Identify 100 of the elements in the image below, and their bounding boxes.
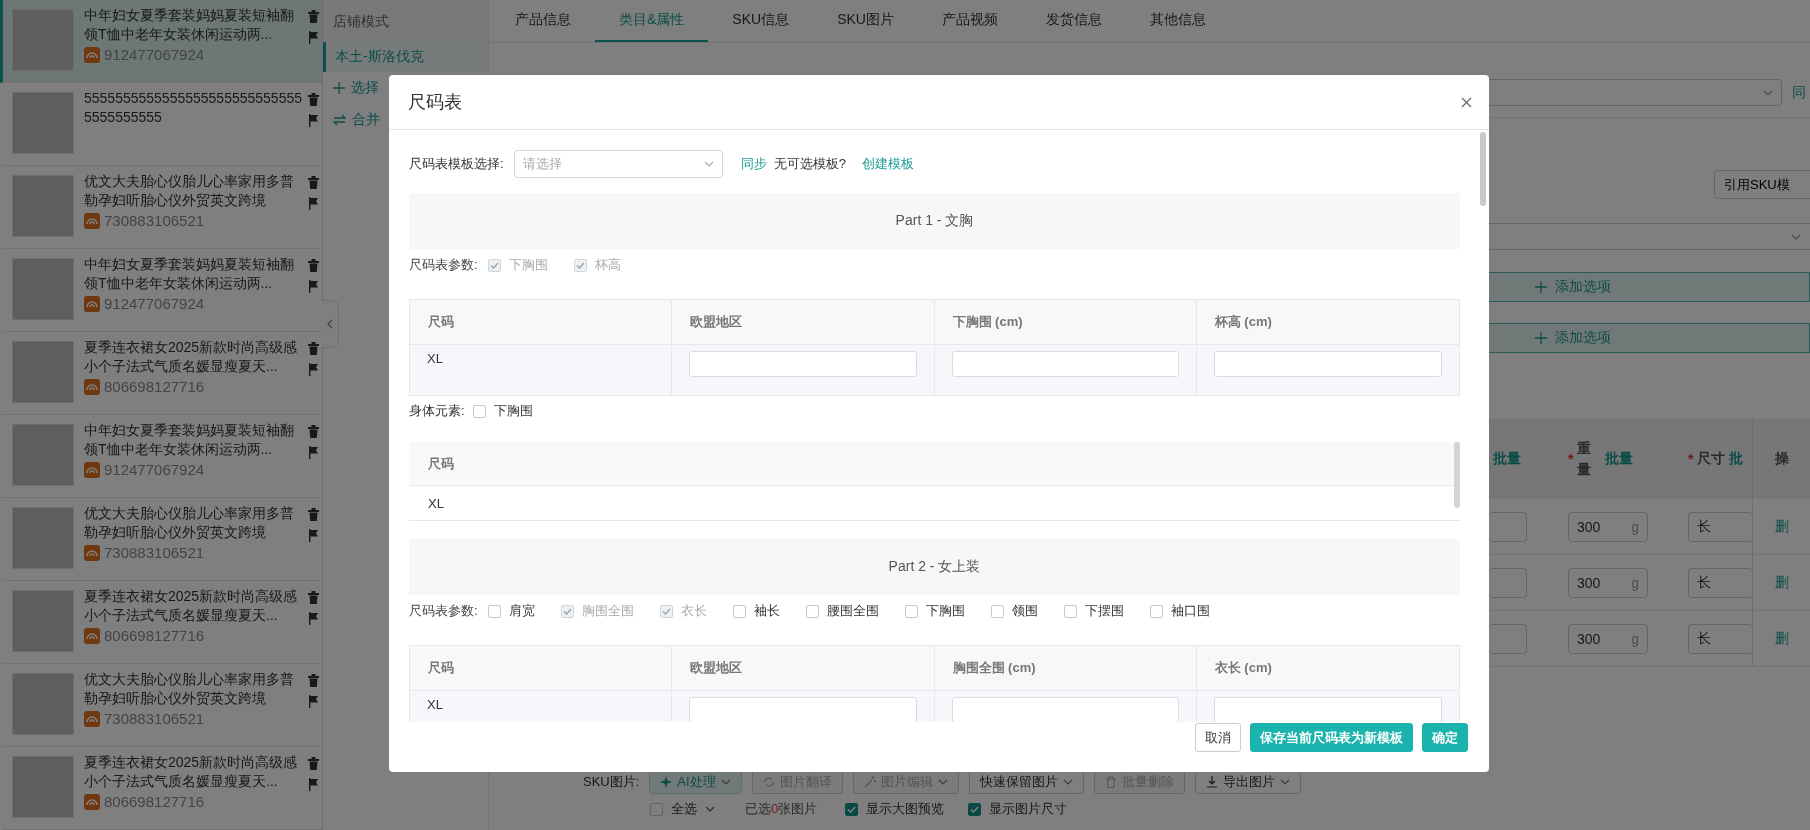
required-mark: * [1688,451,1694,467]
dialog-button[interactable]: 取消 [1195,723,1241,752]
product-list-item[interactable]: 夏季连衣裙女2025新款时尚高级感小个子法式气质名媛显瘦夏天... 806698127716 [0,747,322,830]
delete-link[interactable]: 删 [1775,517,1789,536]
flag-icon[interactable] [308,529,319,542]
trash-icon[interactable] [308,674,319,687]
trash-icon[interactable] [308,425,319,438]
collapse-handle[interactable] [322,300,339,348]
checkbox[interactable] [1063,604,1077,618]
product-list-item[interactable]: 中年妇女夏季套装妈妈夏装短袖翻领T恤中老年女装休闲运动两... 912477067924 [0,415,322,498]
field-label: 身体元素: [409,402,465,420]
delete-link[interactable]: 删 [1775,573,1789,592]
product-list-item[interactable]: 夏季连衣裙女2025新款时尚高级感小个子法式气质名媛显瘦夏天... 806698127716 [0,581,322,664]
sync-link[interactable]: 同 [1792,83,1806,102]
checkbox-label: 全选 [671,800,697,818]
close-icon [1461,96,1472,108]
create-template-link[interactable]: 创建模板 [861,155,914,173]
input-field[interactable] [1213,697,1442,722]
tab[interactable]: 其他信息 [1125,0,1230,42]
tab[interactable]: 产品视频 [917,0,1022,42]
plus-icon[interactable] [333,82,345,94]
input-field[interactable] [951,697,1179,722]
product-title: 中年妇女夏季套装妈妈夏装短袖翻领T恤中老年女装休闲运动两... [84,421,295,459]
input-field[interactable] [1489,567,1527,598]
product-title: 中年妇女夏季套装妈妈夏装短袖翻领T恤中老年女装休闲运动两... [84,255,295,293]
shop-action-link[interactable]: 合并 [352,111,380,129]
input-field[interactable] [689,351,917,377]
dropdown[interactable] [1489,223,1810,250]
product-list-item[interactable]: 优文大夫胎心仪胎儿心率家用多普勒孕妇听胎心仪外贸英文跨境 730883106521 [0,664,322,747]
dialog-button[interactable]: 保存当前尺码表为新模板 [1250,723,1413,752]
flag-icon[interactable] [308,695,319,708]
size-field[interactable]: 长 [1688,567,1752,598]
input-field[interactable] [1489,623,1527,654]
toolbar-button[interactable]: 导出图片 [1194,770,1301,794]
delete-link[interactable]: 删 [1775,629,1789,648]
tab[interactable]: SKU图片 [813,0,918,42]
chevron-left-icon [327,319,333,329]
trash-icon[interactable] [308,508,319,521]
toolbar-button[interactable]: AI处理 [649,770,742,794]
checkbox[interactable] [732,604,746,618]
checkbox-label: 显示大图预览 [866,800,945,818]
trash-icon [1104,776,1117,788]
placeholder-text: 请选择 [522,155,562,173]
dropdown[interactable] [1489,79,1782,106]
flag-icon[interactable] [308,612,319,625]
scrollbar[interactable] [1480,132,1486,206]
flag-icon[interactable] [308,778,319,791]
tab[interactable]: SKU信息 [708,0,814,42]
template-select[interactable]: 请选择 [513,150,723,178]
tab[interactable]: 产品信息 [491,0,595,42]
checkbox[interactable] [990,604,1004,618]
checkbox[interactable] [968,802,982,816]
product-list-item[interactable]: 55555555555555555555555555555555555555 [0,83,322,166]
checkbox[interactable] [805,604,819,618]
input-field[interactable] [951,351,1179,377]
dialog-button[interactable]: 确定 [1422,723,1468,752]
trash-icon[interactable] [308,591,319,604]
flag-icon[interactable] [308,363,319,376]
flag-icon[interactable] [308,197,319,210]
product-id: 730883106521 [104,212,205,229]
photo-placeholder [12,9,74,71]
flag-icon[interactable] [308,280,319,293]
shop-action-link[interactable]: 选择 [351,79,379,97]
product-list-item[interactable]: 优文大夫胎心仪胎儿心率家用多普勒孕妇听胎心仪外贸英文跨境 730883106521 [0,498,322,581]
product-list-item[interactable]: 优文大夫胎心仪胎儿心率家用多普勒孕妇听胎心仪外贸英文跨境 730883106521 [0,166,322,249]
checkbox[interactable] [650,802,663,816]
checkbox[interactable] [904,604,918,618]
tab[interactable]: 类目&属性 [595,0,709,42]
size-field[interactable]: 长 [1688,623,1752,654]
flag-icon[interactable] [308,446,319,459]
sparkle-icon [660,776,673,788]
product-list-item[interactable]: 夏季连衣裙女2025新款时尚高级感小个子法式气质名媛显瘦夏天... 806698127716 [0,332,322,415]
product-list-item[interactable]: 中年妇女夏季套装妈妈夏装短袖翻领T恤中老年女装休闲运动两... 912477067924 [0,249,322,332]
trash-icon[interactable] [308,176,319,189]
product-title: 夏季连衣裙女2025新款时尚高级感小个子法式气质名媛显瘦夏天... [84,753,299,791]
shop-item[interactable]: 本土-斯洛伐克 [323,42,488,72]
flag-icon[interactable] [308,114,319,127]
scrollbar[interactable] [1454,442,1460,508]
size-field[interactable]: 长 [1688,511,1752,542]
trash-icon[interactable] [308,259,319,272]
chevron-down-icon [720,779,731,785]
close-button[interactable] [1461,96,1472,108]
trash-icon[interactable] [308,342,319,355]
tab[interactable]: 发货信息 [1021,0,1126,42]
checkbox[interactable] [1149,604,1163,618]
checkbox[interactable] [487,604,501,618]
trash-icon[interactable] [308,10,319,23]
trash-icon[interactable] [308,93,319,106]
swap-arrows-icon[interactable] [333,114,346,126]
flag-icon[interactable] [308,31,319,44]
trash-icon[interactable] [308,757,319,770]
input-field[interactable] [1489,511,1527,542]
template-button[interactable]: 引用SKU模 [1714,170,1810,199]
input-field[interactable] [689,697,917,722]
toolbar-button[interactable]: 快速保留图片 [968,770,1084,794]
checkbox[interactable] [845,802,859,816]
sync-link[interactable]: 同步 [740,155,767,173]
input-field[interactable] [1213,351,1442,377]
checkbox[interactable] [472,404,486,418]
plus-icon [1535,281,1547,293]
